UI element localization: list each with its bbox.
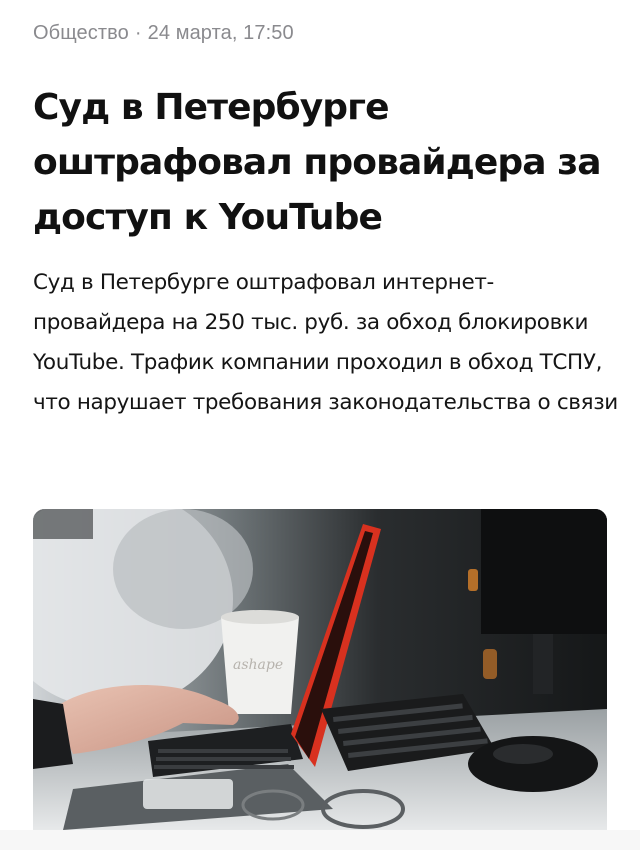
news-article: Общество · 24 марта, 17:50 Суд в Петербург… (0, 0, 640, 850)
article-headline: Суд в Петербурге оштрафовал провайдера з… (33, 87, 602, 238)
publish-date: 24 марта, 17:50 (147, 22, 294, 44)
article-meta: Общество · 24 марта, 17:50 (33, 22, 294, 45)
bottom-fade (0, 830, 640, 850)
article-photo[interactable]: ashape (33, 509, 607, 830)
article-lead: Суд в Петербурге оштрафовал интернет-про… (33, 270, 618, 415)
category-link[interactable]: Общество (33, 22, 129, 44)
meta-separator: · (134, 22, 142, 44)
svg-text:ashape: ashape (233, 657, 283, 673)
